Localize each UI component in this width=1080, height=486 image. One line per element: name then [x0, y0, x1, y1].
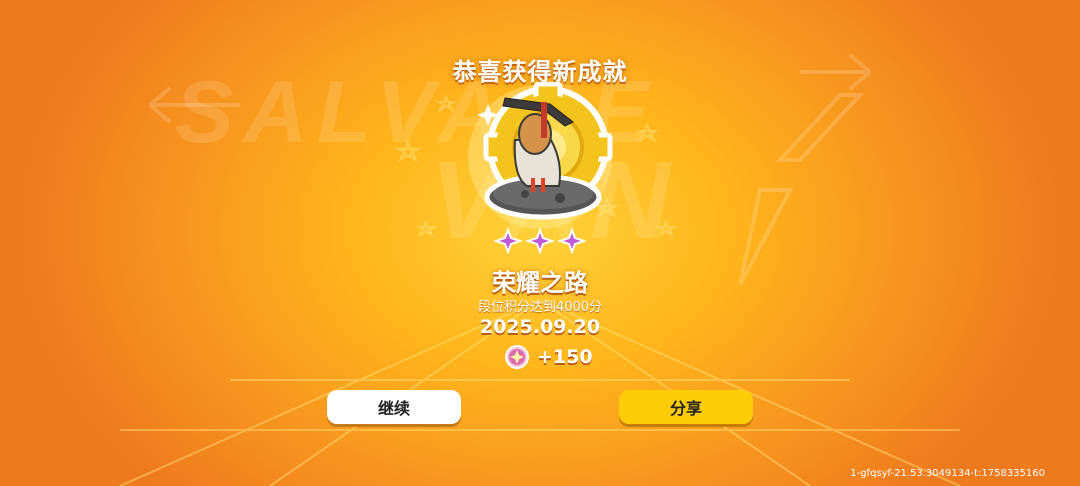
reward-row: +150 — [505, 344, 593, 370]
star-rating — [494, 228, 586, 254]
reward-amount: +150 — [537, 346, 593, 368]
continue-button[interactable]: 继续 — [327, 390, 461, 424]
build-id-text: 1-gfqsyf-21.53.3049134-t:1758335160 — [850, 468, 1045, 479]
star-icon — [494, 228, 586, 254]
achievement-description: 段位积分达到4000分 — [477, 300, 603, 315]
achievement-date: 2025.09.20 — [479, 316, 601, 338]
achievement-name: 荣耀之路 — [492, 269, 588, 297]
gem-coin-icon — [505, 345, 529, 369]
achievement-badge-icon — [468, 82, 613, 229]
share-button[interactable]: 分享 — [619, 390, 753, 424]
